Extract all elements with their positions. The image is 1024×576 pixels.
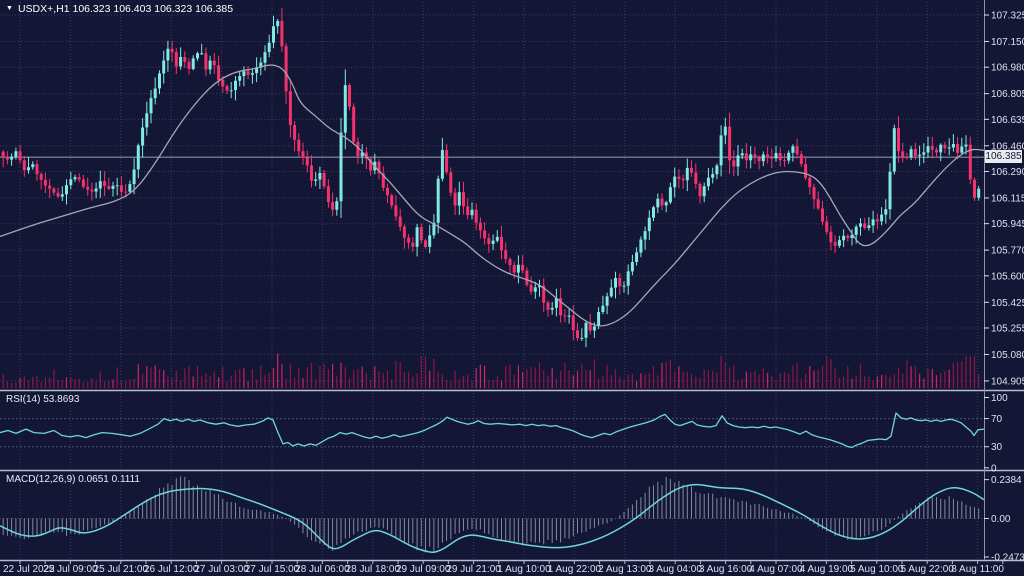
svg-text:28 Jul 06:00: 28 Jul 06:00 — [295, 564, 350, 575]
svg-text:107.150: 107.150 — [991, 37, 1024, 48]
svg-text:3 Aug 04:00: 3 Aug 04:00 — [649, 564, 703, 575]
svg-text:106.805: 106.805 — [991, 89, 1024, 100]
svg-text:106.115: 106.115 — [991, 193, 1024, 204]
svg-text:0.2384: 0.2384 — [991, 475, 1022, 486]
time-axis[interactable]: 22 Jul 202225 Jul 09:0025 Jul 21:0026 Ju… — [3, 561, 1004, 575]
svg-text:105.425: 105.425 — [991, 298, 1024, 309]
svg-text:105.080: 105.080 — [991, 350, 1024, 361]
svg-text:-0.2473: -0.2473 — [991, 553, 1024, 564]
svg-text:4 Aug 19:00: 4 Aug 19:00 — [800, 564, 854, 575]
svg-text:70: 70 — [991, 414, 1003, 425]
symbol-ohlc-text: USDX+,H1 106.323 106.403 106.323 106.385 — [18, 3, 233, 15]
svg-text:0: 0 — [991, 463, 997, 474]
svg-text:106.635: 106.635 — [991, 115, 1024, 126]
svg-text:105.770: 105.770 — [991, 246, 1024, 257]
macd-indicator-label: MACD(12,26,9) 0.0651 0.1111 — [6, 474, 140, 485]
svg-text:1 Aug 10:00: 1 Aug 10:00 — [497, 564, 551, 575]
svg-text:105.945: 105.945 — [991, 219, 1024, 230]
svg-text:27 Jul 03:00: 27 Jul 03:00 — [194, 564, 249, 575]
svg-text:8 Aug 11:00: 8 Aug 11:00 — [951, 564, 1004, 575]
svg-text:104.905: 104.905 — [991, 376, 1024, 387]
svg-text:26 Jul 12:00: 26 Jul 12:00 — [144, 564, 199, 575]
svg-text:107.325: 107.325 — [991, 11, 1024, 22]
svg-text:1 Aug 22:00: 1 Aug 22:00 — [548, 564, 602, 575]
svg-text:2 Aug 13:00: 2 Aug 13:00 — [598, 564, 652, 575]
svg-text:30: 30 — [991, 442, 1003, 453]
svg-text:3 Aug 16:00: 3 Aug 16:00 — [699, 564, 753, 575]
trading-chart-window: 107.325107.150106.980106.805106.635106.4… — [0, 0, 1024, 576]
current-price-badge: 106.385 — [985, 150, 1022, 163]
chart-title: ▼ USDX+,H1 106.323 106.403 106.323 106.3… — [6, 3, 233, 15]
svg-text:4 Aug 07:00: 4 Aug 07:00 — [749, 564, 803, 575]
svg-text:25 Jul 21:00: 25 Jul 21:00 — [94, 564, 149, 575]
svg-text:105.600: 105.600 — [991, 271, 1024, 282]
svg-text:29 Jul 21:00: 29 Jul 21:00 — [446, 564, 501, 575]
svg-text:5 Aug 22:00: 5 Aug 22:00 — [901, 564, 955, 575]
svg-text:106.290: 106.290 — [991, 167, 1024, 178]
svg-text:105.255: 105.255 — [991, 323, 1024, 334]
svg-text:25 Jul 09:00: 25 Jul 09:00 — [43, 564, 98, 575]
svg-text:27 Jul 15:00: 27 Jul 15:00 — [245, 564, 300, 575]
svg-text:28 Jul 18:00: 28 Jul 18:00 — [346, 564, 401, 575]
rsi-indicator-label: RSI(14) 53.8693 — [6, 394, 79, 405]
svg-text:29 Jul 09:00: 29 Jul 09:00 — [396, 564, 451, 575]
chart-canvas[interactable]: 107.325107.150106.980106.805106.635106.4… — [0, 0, 1024, 576]
symbol-dropdown-icon[interactable]: ▼ — [6, 4, 13, 14]
svg-text:100: 100 — [991, 393, 1008, 404]
svg-text:106.980: 106.980 — [991, 63, 1024, 74]
svg-text:5 Aug 10:00: 5 Aug 10:00 — [850, 564, 904, 575]
svg-text:0.00: 0.00 — [991, 514, 1011, 525]
